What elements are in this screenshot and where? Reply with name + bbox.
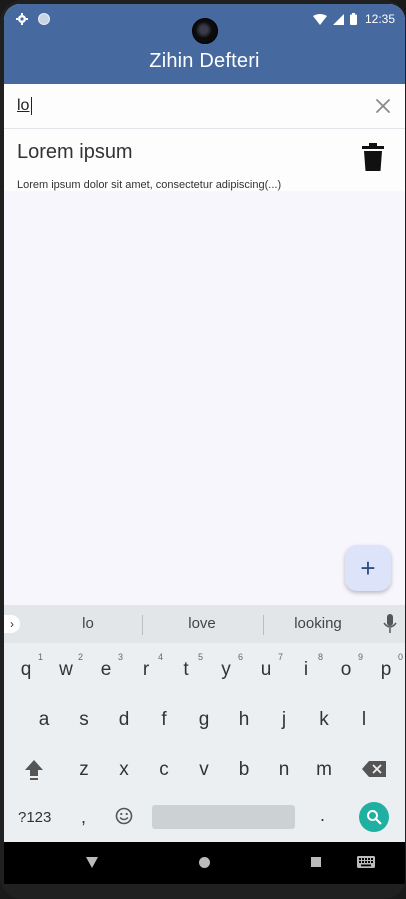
key-a[interactable]: a [29,709,59,731]
key-g[interactable]: g [189,709,219,731]
status-left [16,13,50,25]
notification-dot-icon [38,13,50,25]
key-hint: 8 [318,652,324,662]
key-o[interactable]: o [331,659,361,681]
key-u[interactable]: u [251,659,281,681]
battery-icon [349,13,357,25]
key-p[interactable]: p [371,659,401,681]
wifi-icon [312,13,327,25]
signal-icon [332,13,344,25]
key-d[interactable]: d [109,709,139,731]
key-x[interactable]: x [109,759,139,781]
key-v[interactable]: v [189,759,219,781]
search-input[interactable] [17,95,357,117]
gear-icon [16,13,28,25]
key-hint: 9 [358,652,364,662]
note-title: Lorem ipsum [17,141,133,163]
key-k[interactable]: k [309,709,339,731]
trash-icon[interactable] [361,143,385,171]
emoji-icon[interactable] [115,807,133,825]
period-key[interactable]: . [320,805,325,826]
search-bar [4,84,405,129]
keyboard-search-button[interactable] [359,802,389,832]
note-list-item[interactable]: Lorem ipsum Lorem ipsum dolor sit amet, … [4,129,405,191]
chevron-right-icon[interactable]: › [4,615,20,633]
keyboard-switch-icon[interactable] [357,856,375,868]
microphone-icon[interactable] [383,614,397,634]
recents-icon[interactable] [311,857,321,867]
close-icon[interactable] [373,96,393,116]
key-y[interactable]: y [211,659,241,681]
soft-keyboard: › lo love looking q1w2e3r4t5y6u7i8o9p0 a… [4,605,405,842]
suggestion-divider [142,615,143,635]
home-icon[interactable] [199,857,210,868]
comma-key[interactable]: , [81,807,86,828]
note-preview: Lorem ipsum dolor sit amet, consectetur … [17,179,282,191]
suggestion-2[interactable]: love [147,615,257,632]
key-r[interactable]: r [131,659,161,681]
screen: 12:35 Zihin Defteri Lorem ipsum Lorem ip… [4,4,405,884]
key-b[interactable]: b [229,759,259,781]
key-c[interactable]: c [149,759,179,781]
text-caret [31,97,32,115]
key-hint: 0 [398,652,404,662]
key-s[interactable]: s [69,709,99,731]
status-right: 12:35 [312,12,395,26]
key-q[interactable]: q [11,659,41,681]
device-frame: 12:35 Zihin Defteri Lorem ipsum Lorem ip… [0,0,406,899]
key-f[interactable]: f [149,709,179,731]
key-h[interactable]: h [229,709,259,731]
key-l[interactable]: l [349,709,379,731]
shift-icon[interactable] [24,759,44,781]
key-m[interactable]: m [309,759,339,781]
suggestion-1[interactable]: lo [33,615,143,632]
status-bar: 12:35 [4,4,405,44]
key-hint: 3 [118,652,124,662]
symbols-key[interactable]: ?123 [18,809,51,826]
key-i[interactable]: i [291,659,321,681]
suggestion-bar: › lo love looking [4,605,405,643]
page-title: Zihin Defteri [149,50,260,72]
key-hint: 6 [238,652,244,662]
backspace-icon[interactable] [362,761,386,777]
key-w[interactable]: w [51,659,81,681]
key-hint: 4 [158,652,164,662]
key-hint: 5 [198,652,204,662]
key-hint: 7 [278,652,284,662]
add-note-button[interactable]: + [345,545,391,591]
navigation-bar [4,842,405,884]
search-icon [367,810,382,825]
key-t[interactable]: t [171,659,201,681]
key-j[interactable]: j [269,709,299,731]
key-n[interactable]: n [269,759,299,781]
key-z[interactable]: z [69,759,99,781]
key-e[interactable]: e [91,659,121,681]
key-hint: 1 [38,652,44,662]
camera-cutout [192,18,218,44]
space-key[interactable] [152,805,295,829]
suggestion-3[interactable]: looking [263,615,373,632]
app-bar: 12:35 Zihin Defteri [4,4,405,84]
status-time: 12:35 [364,12,395,26]
key-hint: 2 [78,652,84,662]
back-icon[interactable] [86,857,98,868]
